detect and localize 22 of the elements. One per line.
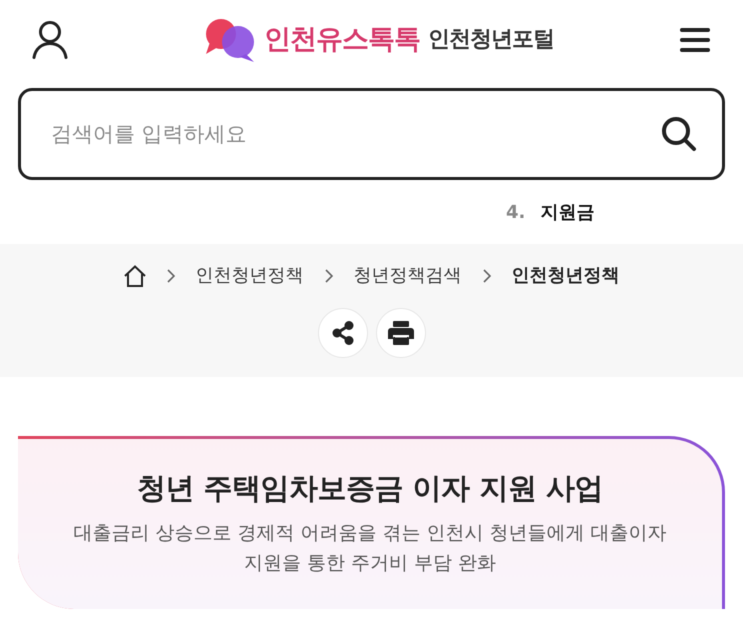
search-button[interactable]	[659, 114, 699, 154]
home-icon[interactable]	[124, 265, 146, 287]
share-button[interactable]	[318, 308, 368, 358]
search-input[interactable]: 검색어를 입력하세요	[18, 88, 725, 180]
chevron-right-icon	[482, 269, 490, 283]
chevron-right-icon	[324, 269, 332, 283]
popular-keyword-link[interactable]: 지원금	[540, 198, 594, 226]
keyword-rank: 4.	[506, 200, 526, 224]
breadcrumb-link[interactable]: 인천청년정책	[196, 264, 304, 288]
speech-bubbles-icon	[204, 18, 256, 62]
print-button[interactable]	[376, 308, 426, 358]
user-icon[interactable]	[32, 21, 68, 59]
printer-icon	[388, 321, 414, 345]
share-icon	[332, 321, 354, 345]
breadcrumb-current[interactable]: 인천청년정책	[512, 264, 620, 288]
menu-icon[interactable]	[680, 28, 710, 52]
policy-description: 대출금리 상승으로 경제적 어려움을 겪는 인천시 청년들에게 대출이자 지원을 통한 주거비 부담 완화	[72, 521, 668, 576]
breadcrumb-link[interactable]: 청년정책검색	[354, 264, 462, 288]
logo-portal-text: 인천청년포털	[428, 26, 554, 54]
chevron-right-icon	[166, 269, 174, 283]
policy-title: 청년 주택임차보증금 이자 지원 사업	[137, 470, 603, 506]
logo-brand-text: 인천유스톡톡	[264, 23, 420, 57]
